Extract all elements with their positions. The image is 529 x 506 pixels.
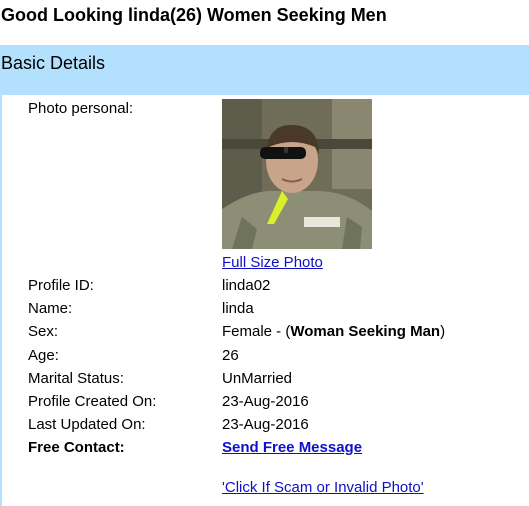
last-updated-value: 23-Aug-2016	[222, 416, 309, 433]
profile-photo[interactable]	[222, 99, 372, 249]
send-free-message-link[interactable]: Send Free Message	[222, 439, 362, 456]
sex-value-prefix: Female - (	[222, 323, 291, 340]
free-contact-label: Free Contact:	[28, 439, 125, 456]
age-value: 26	[222, 347, 239, 364]
photo-label: Photo personal:	[28, 100, 134, 117]
profile-photo-image	[222, 99, 372, 249]
marital-status-value: UnMarried	[222, 370, 293, 387]
sex-value: Female - (Woman Seeking Man)	[222, 323, 445, 340]
name-label: Name:	[28, 300, 73, 317]
profile-id-value: linda02	[222, 277, 271, 294]
marital-status-label: Marital Status:	[28, 370, 124, 387]
sex-seeking-value: Woman Seeking Man	[290, 323, 441, 340]
section-title: Basic Details	[1, 53, 106, 73]
sex-label: Sex:	[28, 323, 59, 340]
profile-id-label: Profile ID:	[28, 277, 94, 294]
full-size-photo-link[interactable]: Full Size Photo	[222, 254, 323, 271]
last-updated-label: Last Updated On:	[28, 416, 146, 433]
section-left-border	[0, 95, 2, 506]
profile-created-value: 23-Aug-2016	[222, 393, 309, 410]
sex-value-suffix: )	[440, 323, 446, 340]
age-label: Age:	[28, 347, 59, 364]
profile-created-label: Profile Created On:	[28, 393, 157, 410]
page-title: Good Looking linda(26) Women Seeking Men	[1, 5, 387, 25]
report-scam-link[interactable]: 'Click If Scam or Invalid Photo'	[222, 479, 424, 496]
name-value: linda	[222, 300, 254, 317]
